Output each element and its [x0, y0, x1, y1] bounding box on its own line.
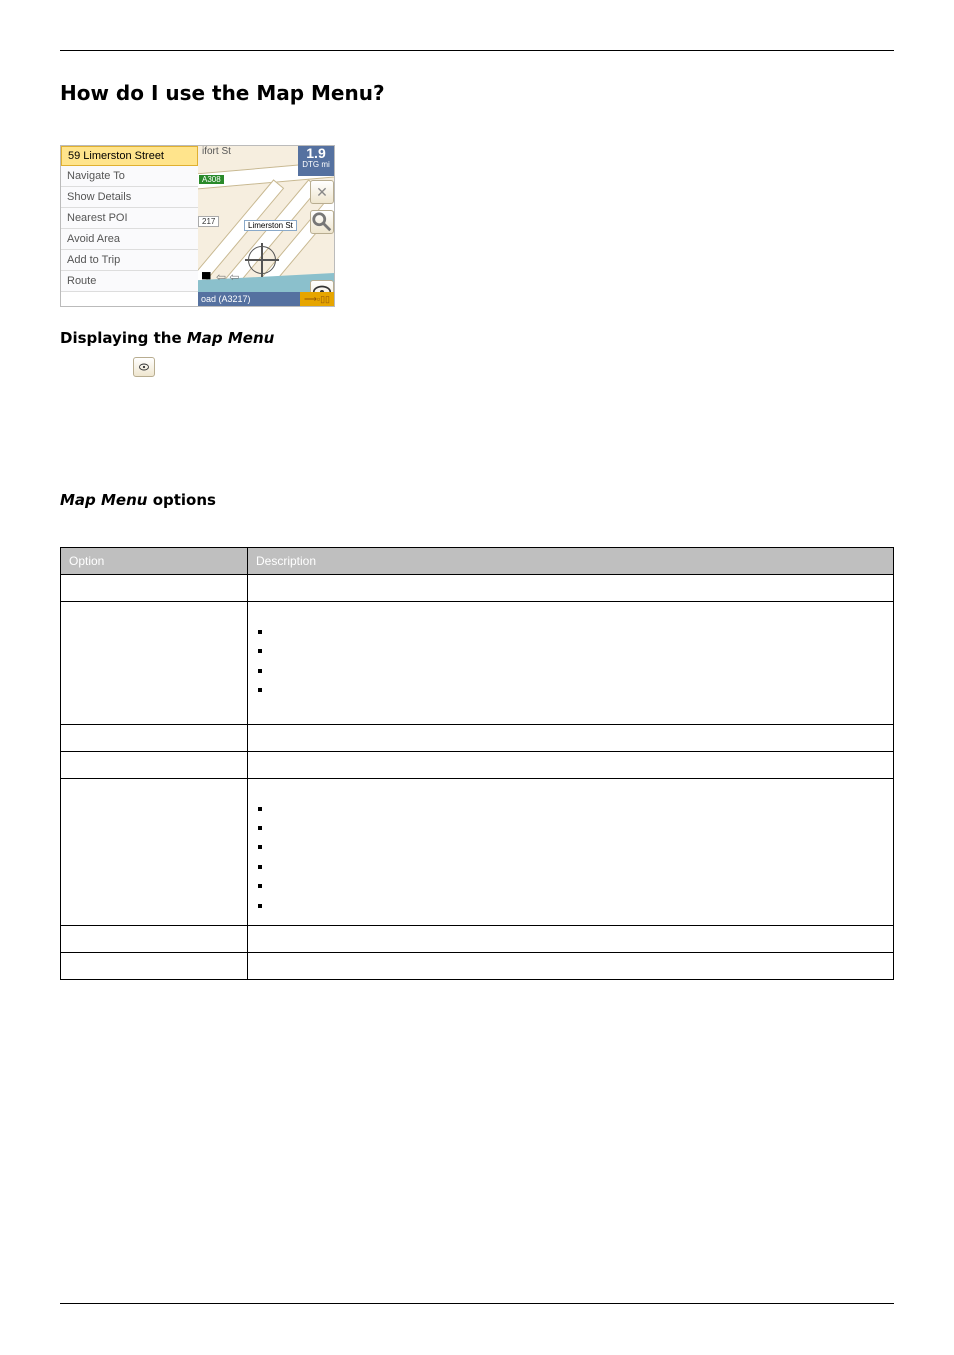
subheading-text-italic: Map Menu: [187, 329, 274, 347]
table-row: Show Details Displays the Destination Pr…: [61, 602, 894, 725]
option-desc-text: Displays the Route submenu, from which y…: [256, 785, 523, 799]
device-screenshot: 59 Limerston Street Navigate To Show Det…: [60, 145, 335, 307]
subheading-text: options: [147, 491, 216, 509]
page-footer: NavPix 41: [60, 1303, 894, 1320]
options-table: Option Description Navigate To Calculate…: [60, 547, 894, 980]
map-status-bar: oad (A3217) ⟶▫▯▯: [198, 292, 334, 306]
map-menu-icon: [133, 357, 155, 377]
option-name: Avoid Area: [61, 751, 248, 778]
option-desc: Adds an avoid area centred on the select…: [248, 751, 894, 778]
option-desc: Displays the Select POI screen. Select a…: [248, 724, 894, 751]
screenshot-menu-item[interactable]: Route: [61, 271, 198, 292]
table-header: Description: [248, 548, 894, 575]
map-top-street: ifort St: [202, 146, 231, 157]
screenshot-menu-item[interactable]: Avoid Area: [61, 229, 198, 250]
table-row: Navigate To Calculates a route from your…: [61, 575, 894, 602]
footer-left: NavPix: [60, 1308, 95, 1320]
flag-icon: ▀: [202, 272, 211, 286]
option-name: Nearest POI: [61, 724, 248, 751]
dtg-unit: mi: [321, 160, 329, 169]
status-right: ⟶▫▯▯: [300, 292, 334, 306]
list-item: Display the nearest Traffic Event messag…: [270, 839, 885, 858]
option-desc: Displays the Destination Preview screen,…: [248, 602, 894, 725]
direction-arrows-icon: ⇦ ⇦: [216, 270, 239, 284]
screenshot-menu-item[interactable]: Show Details: [61, 187, 198, 208]
option-desc: Sets the selected location as your start…: [248, 925, 894, 952]
list-item: Navigate to the location.: [270, 682, 885, 701]
displaying-body-text: to display the Map Menu. The Map Menu wi…: [163, 355, 835, 372]
page-title: How do I use the Map Menu?: [60, 81, 894, 105]
list-item: Display a summary of your route.: [270, 801, 885, 820]
option-desc: Calculates a route from your current pos…: [248, 575, 894, 602]
dtg-value: 1.9: [298, 146, 334, 160]
top-rule: [60, 50, 894, 51]
table-row: Add Avoid Area Adds an avoid area for yo…: [61, 952, 894, 979]
option-name: Navigate To: [61, 575, 248, 602]
table-row: Avoid Area Adds an avoid area centred on…: [61, 751, 894, 778]
road-badge: A308: [198, 174, 225, 185]
list-item: Display the Instruction List for your ro…: [270, 820, 885, 839]
street-callout: Limerston St: [244, 220, 297, 231]
screenshot-menu-item[interactable]: Navigate To: [61, 166, 198, 187]
option-desc: Adds an avoid area for you to size.: [248, 952, 894, 979]
status-left: oad (A3217): [201, 294, 251, 304]
option-name: Route (only shown when a route is calcul…: [61, 778, 248, 925]
list-item: Display the location on the Map screen.: [270, 624, 885, 643]
option-name: Add Avoid Area: [61, 952, 248, 979]
dtg-label: DTG: [302, 160, 319, 169]
footer-page-number: 41: [882, 1308, 894, 1320]
subheading-text: Displaying the: [60, 329, 187, 347]
option-desc-trailing: For more information, see "Using the Des…: [256, 704, 608, 718]
close-icon[interactable]: ✕: [310, 180, 334, 204]
option-name: Set As Start: [61, 925, 248, 952]
crosshair-icon: [248, 246, 276, 274]
option-name: Show Details: [61, 602, 248, 725]
table-row: Route (only shown when a route is calcul…: [61, 778, 894, 925]
search-icon[interactable]: [310, 210, 334, 234]
list-item: Skip the next waypoint.: [270, 878, 885, 897]
option-desc-text: Displays the Destination Preview screen,…: [256, 608, 583, 622]
screenshot-menu-item[interactable]: Add to Trip: [61, 250, 198, 271]
option-desc: Displays the Route submenu, from which y…: [248, 778, 894, 925]
screenshot-menu-header: 59 Limerston Street: [61, 146, 198, 166]
screenshot-menu-panel: 59 Limerston Street Navigate To Show Det…: [61, 146, 198, 306]
table-header: Option: [61, 548, 248, 575]
table-row: Set As Start Sets the selected location …: [61, 925, 894, 952]
list-item: Add the location to your trip.: [270, 643, 885, 662]
map-side-buttons: ✕: [310, 180, 334, 304]
table-row: Nearest POI Displays the Select POI scre…: [61, 724, 894, 751]
subheading-options: Map Menu options: [60, 491, 894, 509]
road-badge: 217: [198, 216, 219, 227]
subheading-text-italic: Map Menu: [60, 491, 147, 509]
subheading-displaying: Displaying the Map Menu: [60, 329, 894, 347]
screenshot-map: ifort St 1.9 DTG mi A308 217 Limerston S…: [198, 146, 334, 306]
list-item: Save the location as a Favourite.: [270, 663, 885, 682]
dtg-readout: 1.9 DTG mi: [298, 146, 334, 176]
screenshot-menu-item[interactable]: Nearest POI: [61, 208, 198, 229]
displaying-body-text: The Map Menu is displayed by tapping the…: [60, 387, 894, 401]
options-intro-text: The following options are available in t…: [60, 519, 894, 533]
list-item: Detour your route.: [270, 859, 885, 878]
list-item: Demonstrate your route.: [270, 898, 885, 917]
